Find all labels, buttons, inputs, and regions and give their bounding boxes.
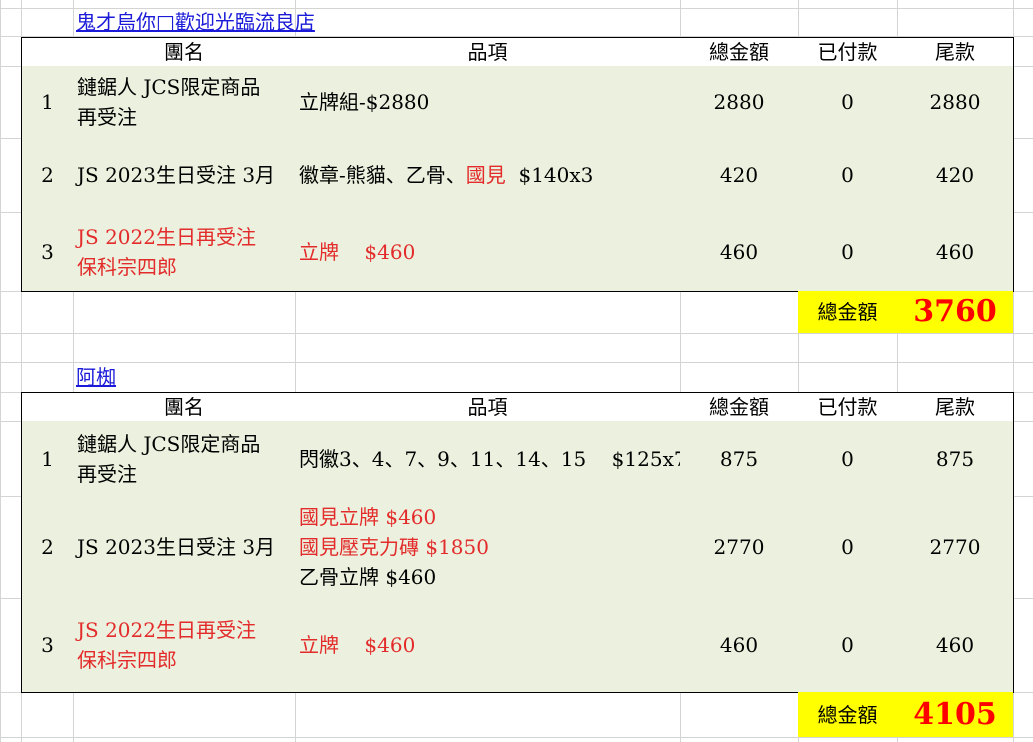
paid-amount-cell: 0 (798, 138, 898, 213)
row-number-cell: 3 (21, 212, 74, 292)
balance-amount-cell: 2770 (897, 496, 1014, 599)
total-amount-cell: 420 (680, 138, 799, 213)
header-group: 團名 (73, 392, 296, 422)
row-number-cell: 1 (21, 66, 74, 139)
sum-value: 3760 (897, 291, 1013, 333)
header-paid: 已付款 (798, 392, 898, 422)
item-text-part: 立牌組-$2880 (299, 90, 430, 114)
balance-amount-cell: 2880 (897, 66, 1014, 139)
group-name-line: JS 2022生日再受注 (77, 618, 256, 642)
paid-amount-cell: 0 (798, 66, 898, 139)
group-name-cell: JS 2022生日再受注 保科宗四郎 (73, 212, 296, 292)
item-line: 國見壓克力磚 $1850 (299, 535, 489, 559)
item-cell: 立牌 $460 (295, 212, 681, 292)
item-text-part: 國見 (465, 163, 506, 187)
header-item: 品項 (295, 37, 681, 67)
section-title-link[interactable]: 阿椥 (76, 362, 116, 392)
item-text-part: $140x3 (505, 163, 594, 187)
item-text: 閃徽3、4、7、9、11、14、15 $125x7 (299, 444, 687, 474)
header-item: 品項 (295, 392, 681, 422)
sum-label: 總金額 (798, 291, 897, 333)
group-name-line: JS 2022生日再受注 (77, 224, 256, 249)
total-amount-cell: 460 (680, 598, 799, 693)
group-name-line: 再受注 (77, 105, 137, 129)
item-line: 乙骨立牌 $460 (299, 565, 437, 589)
total-amount-cell: 875 (680, 421, 799, 497)
total-amount-cell: 2770 (680, 496, 799, 599)
total-amount-cell: 460 (680, 212, 799, 292)
item-cell: 閃徽3、4、7、9、11、14、15 $125x7 (295, 421, 687, 497)
paid-amount-cell: 0 (798, 421, 898, 497)
group-name-line: 保科宗四郎 (77, 254, 177, 279)
row-number-cell: 1 (21, 421, 74, 497)
row-number-cell: 2 (21, 496, 74, 599)
group-name-line: 鏈鋸人 JCS限定商品 (77, 431, 261, 456)
item-text: 立牌組-$2880 (299, 87, 429, 117)
section-title-link[interactable]: 鬼才烏你□歡迎光臨流良店 (76, 8, 315, 36)
item-text-part: 立牌 $460 (299, 239, 416, 264)
item-cell: 國見立牌 $460 國見壓克力磚 $1850 乙骨立牌 $460 (295, 496, 681, 599)
balance-amount-cell: 875 (897, 421, 1014, 497)
paid-amount-cell: 0 (798, 212, 898, 292)
header-balance: 尾款 (897, 37, 1014, 67)
item-text: 立牌 $460 (299, 630, 415, 660)
header-index-cell (21, 392, 74, 422)
item-text: 徽章-熊貓、乙骨、國見 $140x3 (299, 160, 593, 190)
item-cell: 徽章-熊貓、乙骨、國見 $140x3 (295, 138, 681, 213)
group-name-line: 保科宗四郎 (77, 648, 177, 672)
group-name-cell: JS 2022生日再受注 保科宗四郎 (73, 598, 296, 693)
group-name-line: JS 2023生日受注 3月 (77, 163, 276, 187)
row-number-cell: 3 (21, 598, 74, 693)
group-name-cell: 鏈鋸人 JCS限定商品 再受注 (73, 66, 296, 139)
total-amount-cell: 2880 (680, 66, 799, 139)
header-balance: 尾款 (897, 392, 1014, 422)
header-paid: 已付款 (798, 37, 898, 67)
header-total: 總金額 (680, 37, 799, 67)
group-name-line: 再受注 (77, 461, 137, 486)
item-cell: 立牌 $460 (295, 598, 681, 693)
item-text-part: 立牌 $460 (299, 633, 416, 657)
header-group: 團名 (73, 37, 296, 67)
group-name-cell: JS 2023生日受注 3月 (73, 138, 296, 213)
group-name-cell: 鏈鋸人 JCS限定商品 再受注 (73, 421, 296, 497)
item-line: 國見立牌 $460 (299, 505, 437, 529)
item-cell: 立牌組-$2880 (295, 66, 681, 139)
paid-amount-cell: 0 (798, 598, 898, 693)
group-name-cell: JS 2023生日受注 3月 (73, 496, 296, 599)
group-name-line: 鏈鋸人 JCS限定商品 (77, 75, 261, 99)
balance-amount-cell: 460 (897, 212, 1014, 292)
group-name-line: JS 2023生日受注 3月 (77, 535, 276, 559)
balance-amount-cell: 420 (897, 138, 1014, 213)
item-text: 立牌 $460 (299, 237, 415, 267)
sum-value: 4105 (897, 692, 1013, 737)
item-text-part: 閃徽3、4、7、9、11、14、15 $125x7 (299, 446, 687, 471)
paid-amount-cell: 0 (798, 496, 898, 599)
header-index-cell (21, 37, 74, 67)
header-total: 總金額 (680, 392, 799, 422)
row-number-cell: 2 (21, 138, 74, 213)
sum-label: 總金額 (798, 692, 897, 737)
balance-amount-cell: 460 (897, 598, 1014, 693)
item-text-part: 徽章-熊貓、乙骨、 (299, 163, 466, 187)
